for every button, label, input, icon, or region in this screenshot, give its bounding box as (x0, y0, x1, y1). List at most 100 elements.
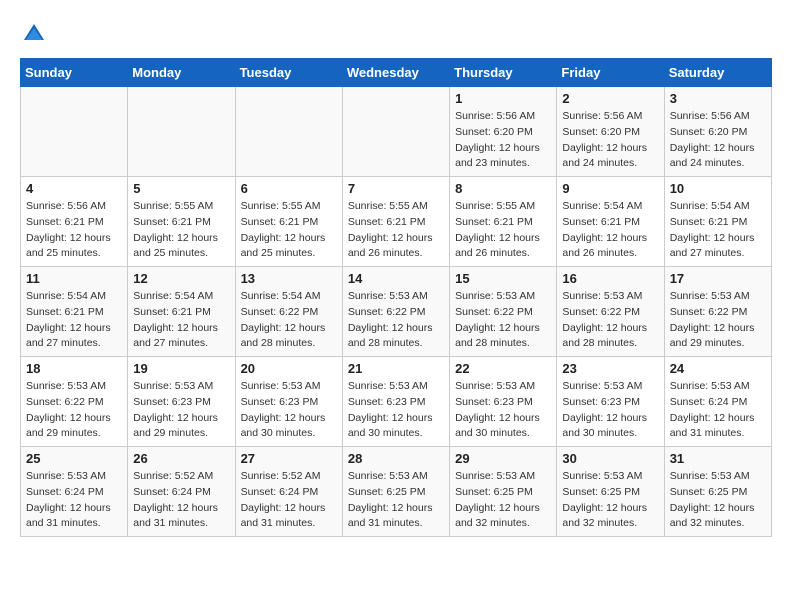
calendar-cell: 2 Sunrise: 5:56 AM Sunset: 6:20 PM Daylig… (557, 87, 664, 177)
day-info: Sunrise: 5:54 AM Sunset: 6:21 PM Dayligh… (562, 199, 658, 262)
calendar-cell: 6 Sunrise: 5:55 AM Sunset: 6:21 PM Daylig… (235, 177, 342, 267)
week-row-1: 1 Sunrise: 5:56 AM Sunset: 6:20 PM Daylig… (21, 87, 772, 177)
day-number: 21 (348, 361, 444, 376)
calendar-cell: 23 Sunrise: 5:53 AM Sunset: 6:23 PM Dayli… (557, 357, 664, 447)
day-info: Sunrise: 5:55 AM Sunset: 6:21 PM Dayligh… (455, 199, 551, 262)
header-thursday: Thursday (450, 59, 557, 87)
day-info: Sunrise: 5:53 AM Sunset: 6:25 PM Dayligh… (348, 469, 444, 532)
calendar-cell: 11 Sunrise: 5:54 AM Sunset: 6:21 PM Dayli… (21, 267, 128, 357)
day-number: 2 (562, 91, 658, 106)
day-info: Sunrise: 5:52 AM Sunset: 6:24 PM Dayligh… (241, 469, 337, 532)
day-number: 5 (133, 181, 229, 196)
day-info: Sunrise: 5:55 AM Sunset: 6:21 PM Dayligh… (348, 199, 444, 262)
logo (20, 20, 52, 48)
calendar-cell: 13 Sunrise: 5:54 AM Sunset: 6:22 PM Dayli… (235, 267, 342, 357)
day-info: Sunrise: 5:56 AM Sunset: 6:21 PM Dayligh… (26, 199, 122, 262)
header-friday: Friday (557, 59, 664, 87)
day-info: Sunrise: 5:53 AM Sunset: 6:22 PM Dayligh… (562, 289, 658, 352)
calendar-cell (235, 87, 342, 177)
day-number: 3 (670, 91, 766, 106)
calendar-cell: 24 Sunrise: 5:53 AM Sunset: 6:24 PM Dayli… (664, 357, 771, 447)
day-number: 8 (455, 181, 551, 196)
day-number: 27 (241, 451, 337, 466)
calendar-cell: 22 Sunrise: 5:53 AM Sunset: 6:23 PM Dayli… (450, 357, 557, 447)
calendar-cell: 26Sunrise: 5:52 AM Sunset: 6:24 PM Dayli… (128, 447, 235, 537)
day-number: 16 (562, 271, 658, 286)
calendar-cell: 17 Sunrise: 5:53 AM Sunset: 6:22 PM Dayli… (664, 267, 771, 357)
header-wednesday: Wednesday (342, 59, 449, 87)
day-number: 15 (455, 271, 551, 286)
day-number: 7 (348, 181, 444, 196)
calendar-cell: 16 Sunrise: 5:53 AM Sunset: 6:22 PM Dayli… (557, 267, 664, 357)
calendar-cell: 5 Sunrise: 5:55 AM Sunset: 6:21 PM Daylig… (128, 177, 235, 267)
calendar-cell: 28 Sunrise: 5:53 AM Sunset: 6:25 PM Dayli… (342, 447, 449, 537)
day-number: 4 (26, 181, 122, 196)
day-info: Sunrise: 5:54 AM Sunset: 6:21 PM Dayligh… (26, 289, 122, 352)
day-info: Sunrise: 5:56 AM Sunset: 6:20 PM Dayligh… (455, 109, 551, 172)
calendar-cell: 10Sunrise: 5:54 AM Sunset: 6:21 PM Dayli… (664, 177, 771, 267)
day-info: Sunrise: 5:53 AM Sunset: 6:23 PM Dayligh… (455, 379, 551, 442)
day-info: Sunrise: 5:53 AM Sunset: 6:23 PM Dayligh… (562, 379, 658, 442)
week-row-5: 25Sunrise: 5:53 AM Sunset: 6:24 PM Dayli… (21, 447, 772, 537)
calendar-cell: 30 Sunrise: 5:53 AM Sunset: 6:25 PM Dayli… (557, 447, 664, 537)
header-monday: Monday (128, 59, 235, 87)
day-info: Sunrise: 5:53 AM Sunset: 6:22 PM Dayligh… (26, 379, 122, 442)
calendar-cell: 4 Sunrise: 5:56 AM Sunset: 6:21 PM Daylig… (21, 177, 128, 267)
day-info: Sunrise: 5:53 AM Sunset: 6:25 PM Dayligh… (562, 469, 658, 532)
day-info: Sunrise: 5:53 AM Sunset: 6:22 PM Dayligh… (670, 289, 766, 352)
day-number: 20 (241, 361, 337, 376)
week-row-2: 4 Sunrise: 5:56 AM Sunset: 6:21 PM Daylig… (21, 177, 772, 267)
day-number: 9 (562, 181, 658, 196)
day-number: 19 (133, 361, 229, 376)
day-number: 22 (455, 361, 551, 376)
day-info: Sunrise: 5:55 AM Sunset: 6:21 PM Dayligh… (133, 199, 229, 262)
calendar-cell: 14Sunrise: 5:53 AM Sunset: 6:22 PM Dayli… (342, 267, 449, 357)
header-row: SundayMondayTuesdayWednesdayThursdayFrid… (21, 59, 772, 87)
calendar-cell: 25Sunrise: 5:53 AM Sunset: 6:24 PM Dayli… (21, 447, 128, 537)
calendar-cell (21, 87, 128, 177)
day-info: Sunrise: 5:56 AM Sunset: 6:20 PM Dayligh… (562, 109, 658, 172)
header-tuesday: Tuesday (235, 59, 342, 87)
day-number: 30 (562, 451, 658, 466)
day-info: Sunrise: 5:53 AM Sunset: 6:23 PM Dayligh… (133, 379, 229, 442)
calendar-cell: 9 Sunrise: 5:54 AM Sunset: 6:21 PM Daylig… (557, 177, 664, 267)
day-info: Sunrise: 5:53 AM Sunset: 6:23 PM Dayligh… (348, 379, 444, 442)
day-number: 17 (670, 271, 766, 286)
day-info: Sunrise: 5:55 AM Sunset: 6:21 PM Dayligh… (241, 199, 337, 262)
week-row-4: 18 Sunrise: 5:53 AM Sunset: 6:22 PM Dayli… (21, 357, 772, 447)
calendar-cell: 31Sunrise: 5:53 AM Sunset: 6:25 PM Dayli… (664, 447, 771, 537)
week-row-3: 11 Sunrise: 5:54 AM Sunset: 6:21 PM Dayli… (21, 267, 772, 357)
day-info: Sunrise: 5:56 AM Sunset: 6:20 PM Dayligh… (670, 109, 766, 172)
day-number: 11 (26, 271, 122, 286)
day-number: 28 (348, 451, 444, 466)
header-saturday: Saturday (664, 59, 771, 87)
calendar-cell: 19 Sunrise: 5:53 AM Sunset: 6:23 PM Dayli… (128, 357, 235, 447)
day-number: 31 (670, 451, 766, 466)
day-number: 18 (26, 361, 122, 376)
day-info: Sunrise: 5:53 AM Sunset: 6:24 PM Dayligh… (670, 379, 766, 442)
day-info: Sunrise: 5:53 AM Sunset: 6:22 PM Dayligh… (455, 289, 551, 352)
page-header (20, 20, 772, 48)
calendar-cell: 29 Sunrise: 5:53 AM Sunset: 6:25 PM Dayli… (450, 447, 557, 537)
calendar-cell: 15 Sunrise: 5:53 AM Sunset: 6:22 PM Dayli… (450, 267, 557, 357)
day-info: Sunrise: 5:54 AM Sunset: 6:21 PM Dayligh… (133, 289, 229, 352)
calendar-cell: 21 Sunrise: 5:53 AM Sunset: 6:23 PM Dayli… (342, 357, 449, 447)
day-number: 13 (241, 271, 337, 286)
calendar-cell: 3 Sunrise: 5:56 AM Sunset: 6:20 PM Daylig… (664, 87, 771, 177)
calendar-cell: 18 Sunrise: 5:53 AM Sunset: 6:22 PM Dayli… (21, 357, 128, 447)
day-number: 23 (562, 361, 658, 376)
day-number: 29 (455, 451, 551, 466)
calendar-cell: 27 Sunrise: 5:52 AM Sunset: 6:24 PM Dayli… (235, 447, 342, 537)
calendar-cell: 12Sunrise: 5:54 AM Sunset: 6:21 PM Dayli… (128, 267, 235, 357)
day-info: Sunrise: 5:54 AM Sunset: 6:22 PM Dayligh… (241, 289, 337, 352)
calendar-table: SundayMondayTuesdayWednesdayThursdayFrid… (20, 58, 772, 537)
day-info: Sunrise: 5:53 AM Sunset: 6:25 PM Dayligh… (455, 469, 551, 532)
calendar-cell: 8 Sunrise: 5:55 AM Sunset: 6:21 PM Daylig… (450, 177, 557, 267)
day-number: 6 (241, 181, 337, 196)
calendar-cell: 7 Sunrise: 5:55 AM Sunset: 6:21 PM Daylig… (342, 177, 449, 267)
day-number: 24 (670, 361, 766, 376)
header-sunday: Sunday (21, 59, 128, 87)
day-info: Sunrise: 5:53 AM Sunset: 6:24 PM Dayligh… (26, 469, 122, 532)
day-number: 1 (455, 91, 551, 106)
day-number: 10 (670, 181, 766, 196)
